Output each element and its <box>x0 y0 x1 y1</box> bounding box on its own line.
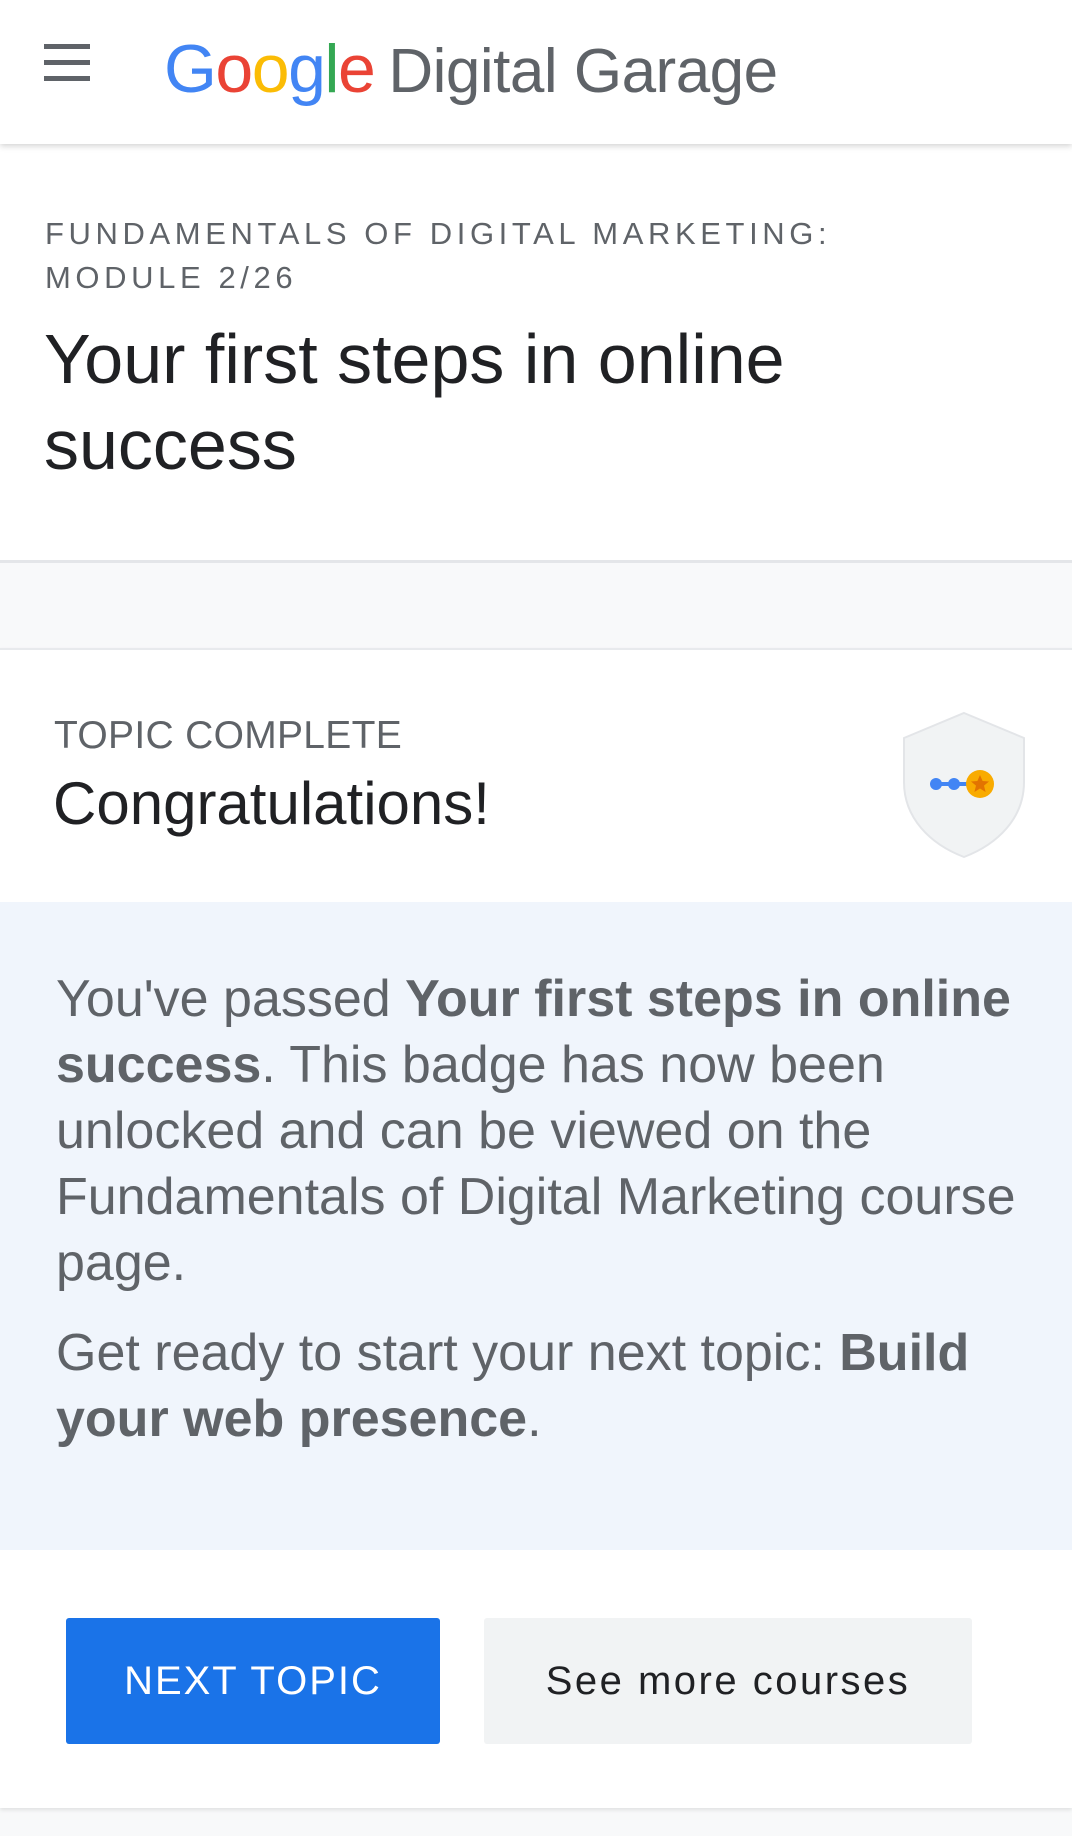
logo-letter: o <box>215 31 253 107</box>
logo-letter: o <box>251 31 290 107</box>
app-bar: Google Digital Garage <box>0 0 1072 144</box>
next-topic-button[interactable]: NEXT TOPIC <box>66 1618 440 1744</box>
next-topic-text: Get ready to start your next topic: Buil… <box>56 1320 1028 1452</box>
google-wordmark: Google <box>164 30 376 108</box>
module-eyebrow: FUNDAMENTALS OF DIGITAL MARKETING: MODUL… <box>45 216 832 295</box>
logo-letter: e <box>338 31 376 107</box>
message-text: You've passed <box>56 970 406 1028</box>
see-more-courses-button[interactable]: See more courses <box>484 1618 972 1744</box>
google-digital-garage-logo[interactable]: Google Digital Garage <box>164 30 778 114</box>
module-title: Your first steps in online success <box>44 320 785 484</box>
congratulations-heading: Congratulations! <box>53 770 490 837</box>
logo-product-name: Digital Garage <box>388 37 778 106</box>
message-text: Get ready to start your next topic: <box>56 1324 840 1382</box>
shield-badge-icon <box>898 710 1030 860</box>
topic-status-label: TOPIC COMPLETE <box>54 714 403 757</box>
topic-complete-card: TOPIC COMPLETE Congratulations! You've p… <box>0 648 1072 1808</box>
module-header: FUNDAMENTALS OF DIGITAL MARKETING: MODUL… <box>0 144 1072 563</box>
hamburger-menu-icon[interactable] <box>44 40 110 98</box>
logo-letter: l <box>324 31 339 107</box>
message-text: . <box>527 1390 542 1448</box>
logo-letter: g <box>288 31 326 107</box>
logo-letter: G <box>164 31 217 107</box>
completion-message: You've passed Your first steps in online… <box>0 902 1072 1550</box>
badge-unlocked-text: You've passed Your first steps in online… <box>56 966 1028 1296</box>
